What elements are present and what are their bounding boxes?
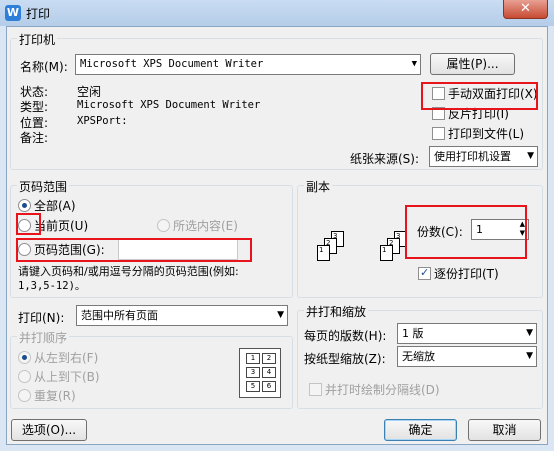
stack-page: 1 (317, 245, 330, 261)
print-what-label: 打印(N): (18, 311, 65, 325)
print-to-file-checkbox[interactable] (432, 127, 445, 140)
range-selection-label: 所选内容(E) (173, 219, 238, 233)
highlight-page-range (16, 238, 252, 262)
highlight-copies (405, 205, 527, 259)
pages-per-sheet-select[interactable]: 1 版 ▼ (397, 323, 537, 344)
zoom-group: 并打和缩放 每页的版数(H): 1 版 ▼ 按纸型缩放(Z): 无缩放 ▼ 并打… (297, 303, 543, 409)
window-title: 打印 (26, 7, 51, 21)
printer-name-label: 名称(M): (20, 60, 68, 74)
stack-page: 1 (380, 245, 393, 261)
close-button[interactable]: ✕ (503, 0, 548, 19)
chevron-down-icon: ▼ (277, 310, 284, 320)
range-current-page-label: 当前页(U) (34, 219, 89, 233)
type-value: Microsoft XPS Document Writer (77, 99, 261, 111)
page-digit: 1 (382, 246, 387, 254)
scale-value: 无缩放 (402, 350, 435, 363)
draw-separator-label: 并打时绘制分隔线(D) (325, 383, 440, 397)
grid-cell: 1 (246, 353, 260, 364)
repeat-radio[interactable] (18, 389, 31, 402)
print-what-select[interactable]: 范围中所有页面 ▼ (76, 305, 288, 326)
paper-source-select[interactable]: 使用打印机设置 ▼ (429, 146, 538, 167)
cancel-button[interactable]: 取消 (468, 419, 541, 441)
scale-select[interactable]: 无缩放 ▼ (397, 346, 537, 367)
page-digit: 1 (319, 246, 324, 254)
scale-label: 按纸型缩放(Z): (304, 352, 386, 366)
type-label: 类型: (20, 100, 49, 114)
title-bar[interactable]: W 打印 ✕ (0, 0, 554, 26)
merge-order-preview-icon: 1 2 3 4 5 6 (239, 348, 281, 398)
paper-source-value: 使用打印机设置 (434, 150, 511, 163)
range-all-label: 全部(A) (34, 199, 76, 213)
comment-label: 备注: (20, 131, 49, 145)
grid-cell: 4 (262, 367, 276, 378)
page-range-group-label: 页码范围 (17, 178, 70, 195)
pages-per-sheet-value: 1 版 (402, 327, 424, 340)
left-to-right-label: 从左到右(F) (34, 351, 99, 365)
printer-group-label: 打印机 (17, 31, 58, 48)
grid-cell: 5 (246, 381, 260, 392)
merge-order-group-label: 并打顺序 (17, 329, 70, 346)
properties-button[interactable]: 属性(P)... (430, 53, 515, 75)
close-icon: ✕ (520, 1, 531, 16)
chevron-down-icon: ▼ (411, 59, 417, 69)
chevron-down-icon: ▼ (526, 351, 533, 361)
grid-cell: 3 (246, 367, 260, 378)
left-to-right-radio[interactable] (18, 351, 31, 364)
chevron-down-icon: ▼ (526, 328, 533, 338)
range-selection-radio[interactable] (157, 219, 170, 232)
copies-group-label: 副本 (304, 178, 333, 195)
paper-source-label: 纸张来源(S): (350, 152, 420, 166)
print-to-file-label: 打印到文件(L) (448, 127, 525, 141)
page-range-hint-line2: 1,3,5-12)。 (18, 280, 86, 292)
chevron-down-icon: ▼ (527, 151, 534, 161)
print-what-value: 范围中所有页面 (81, 309, 158, 322)
page-range-hint-line1: 请键入页码和/或用逗号分隔的页码范围(例如: (18, 265, 239, 278)
grid-cell: 6 (262, 381, 276, 392)
printer-name-value: Microsoft XPS Document Writer (80, 58, 264, 70)
top-to-bottom-label: 从上到下(B) (34, 370, 100, 384)
repeat-label: 重复(R) (34, 389, 76, 403)
status-value: 空闲 (77, 85, 102, 99)
printer-name-select[interactable]: Microsoft XPS Document Writer ▼ (75, 54, 421, 75)
highlight-manual-duplex (421, 82, 538, 110)
collate-checkbox[interactable] (418, 266, 431, 280)
print-dialog: 打印机 名称(M): Microsoft XPS Document Writer… (6, 26, 548, 445)
collate-label: 逐份打印(T) (434, 267, 499, 281)
options-button[interactable]: 选项(O)... (11, 419, 87, 441)
wps-app-icon: W (5, 5, 21, 21)
zoom-group-label: 并打和缩放 (304, 303, 369, 320)
range-all-radio[interactable] (18, 199, 31, 212)
draw-separator-checkbox[interactable] (309, 383, 322, 396)
grid-cell: 2 (262, 353, 276, 364)
top-to-bottom-radio[interactable] (18, 370, 31, 383)
highlight-current-page (16, 213, 41, 235)
location-value: XPSPort: (77, 115, 128, 127)
ok-button[interactable]: 确定 (384, 419, 457, 441)
pages-per-sheet-label: 每页的版数(H): (304, 329, 387, 343)
merge-order-group: 并打顺序 从左到右(F) 从上到下(B) 重复(R) 1 2 3 4 5 6 (10, 329, 293, 409)
